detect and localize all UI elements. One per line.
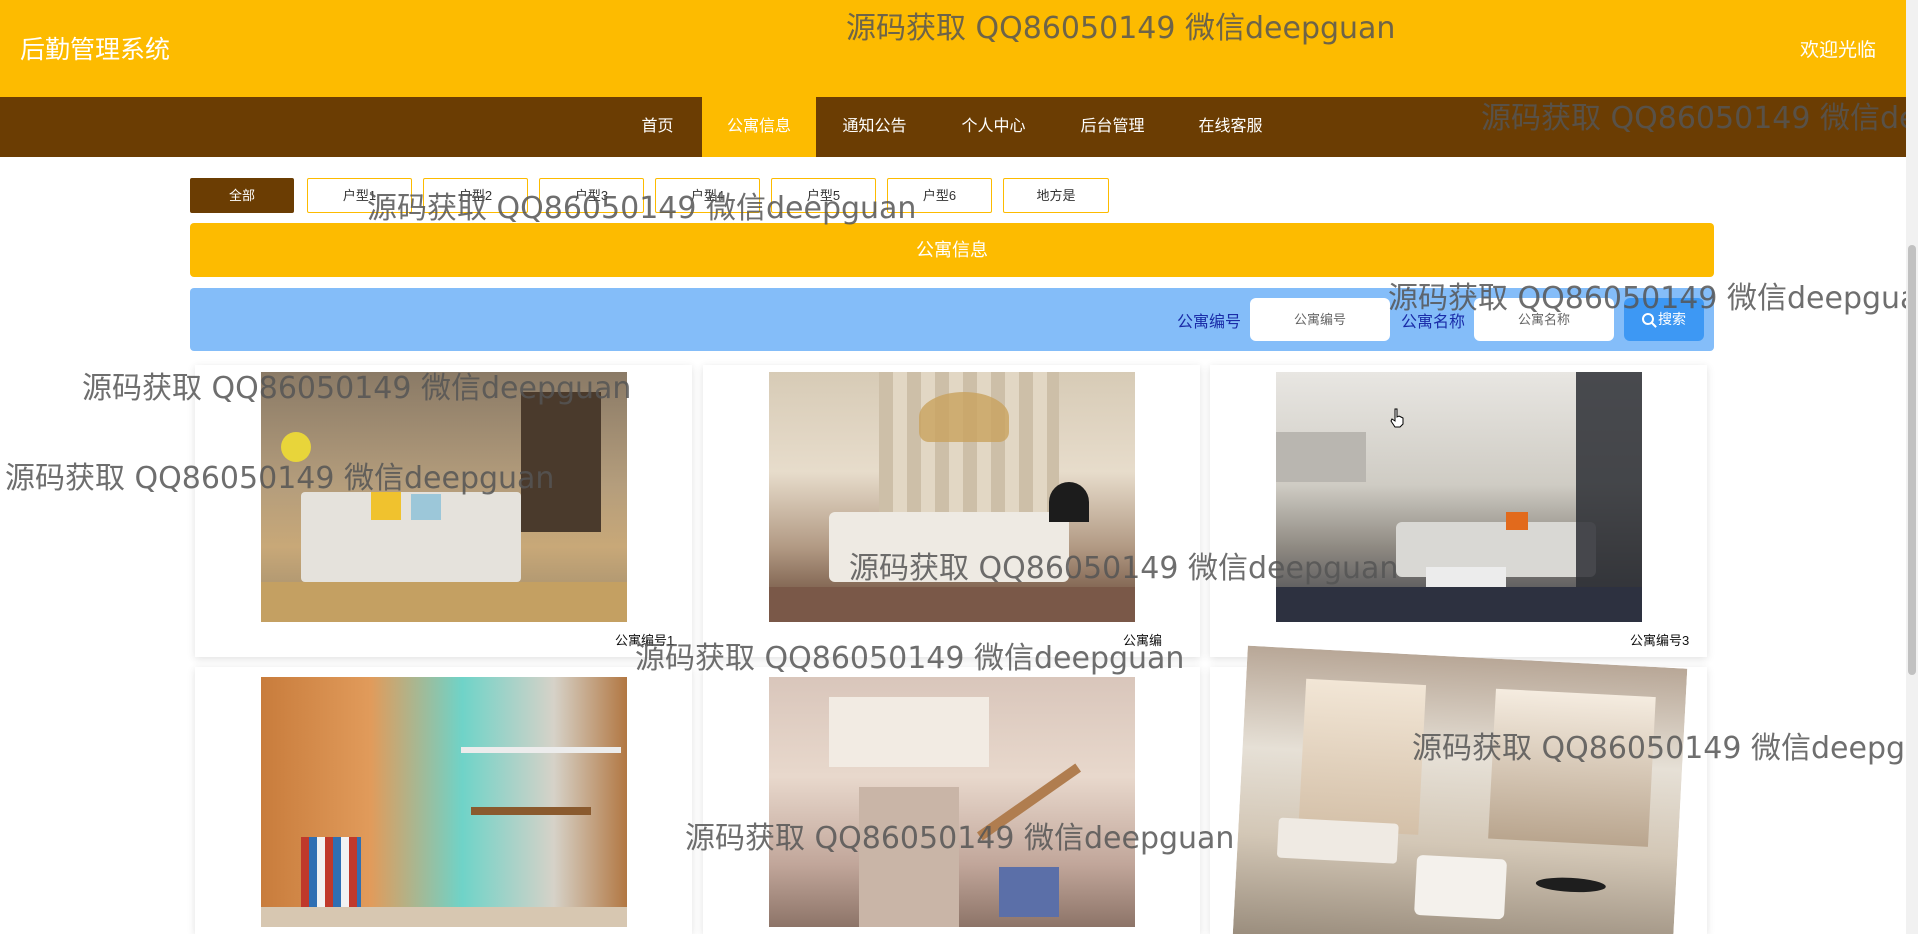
apartment-caption-3: 公寓编号3 xyxy=(1630,633,1690,648)
watermark-text: 源码获取 QQ86050149 微信deepguan xyxy=(82,371,632,406)
page-scrollbar[interactable] xyxy=(1906,0,1918,934)
apartment-image-1[interactable] xyxy=(261,372,627,622)
watermark-text: 源码获取 QQ86050149 微信deepguan xyxy=(367,191,917,226)
scrollbar-thumb[interactable] xyxy=(1908,245,1916,675)
apartment-card-4[interactable] xyxy=(195,667,692,934)
system-title: 后勤管理系统 xyxy=(20,36,171,64)
watermark-text: 源码获取 QQ86050149 微信deepguan xyxy=(5,461,555,496)
apartment-image-5[interactable] xyxy=(769,677,1135,927)
hand-cursor-icon xyxy=(1390,408,1404,428)
apartment-code-label: 公寓编号 xyxy=(1177,314,1242,331)
apartment-card-3[interactable]: 公寓编号3 xyxy=(1210,365,1707,657)
watermark-text: 源码获取 QQ86050149 微信deepguan xyxy=(685,821,1235,856)
watermark-text: 源码获取 QQ86050149 微信deepguan xyxy=(635,641,1185,676)
apartment-card-6[interactable] xyxy=(1210,645,1707,934)
nav-item-notices[interactable]: 通知公告 xyxy=(828,97,921,157)
watermark-text: 源码获取 QQ86050149 微信deepguan xyxy=(1388,281,1918,316)
filter-place[interactable]: 地方是 xyxy=(1003,178,1109,213)
section-title-bar: 公寓信息 xyxy=(190,223,1714,277)
nav-item-apartment-info[interactable]: 公寓信息 xyxy=(702,97,816,157)
watermark-text: 源码获取 QQ86050149 微信deepguan xyxy=(1481,101,1918,136)
welcome-text: 欢迎光临 xyxy=(1799,40,1876,61)
apartment-card-5[interactable] xyxy=(703,667,1200,934)
nav-item-home[interactable]: 首页 xyxy=(625,97,690,157)
watermark-text: 源码获取 QQ86050149 微信deepguan xyxy=(849,551,1399,586)
apartment-card-1[interactable]: 公寓编号1 xyxy=(195,365,692,657)
apartment-image-4[interactable] xyxy=(261,677,627,927)
watermark-text: 源码获取 QQ86050149 微信deepguan xyxy=(846,11,1396,46)
nav-item-online-service[interactable]: 在线客服 xyxy=(1184,97,1277,157)
nav-item-personal-center[interactable]: 个人中心 xyxy=(947,97,1040,157)
watermark-text: 源码获取 QQ86050149 微信deepguan xyxy=(1412,731,1918,766)
apartment-image-6[interactable] xyxy=(1232,645,1688,934)
nav-item-admin[interactable]: 后台管理 xyxy=(1066,97,1159,157)
filter-all[interactable]: 全部 xyxy=(190,178,294,213)
apartment-card-2[interactable]: 公寓编 xyxy=(703,365,1200,657)
apartment-code-input[interactable] xyxy=(1250,298,1390,341)
